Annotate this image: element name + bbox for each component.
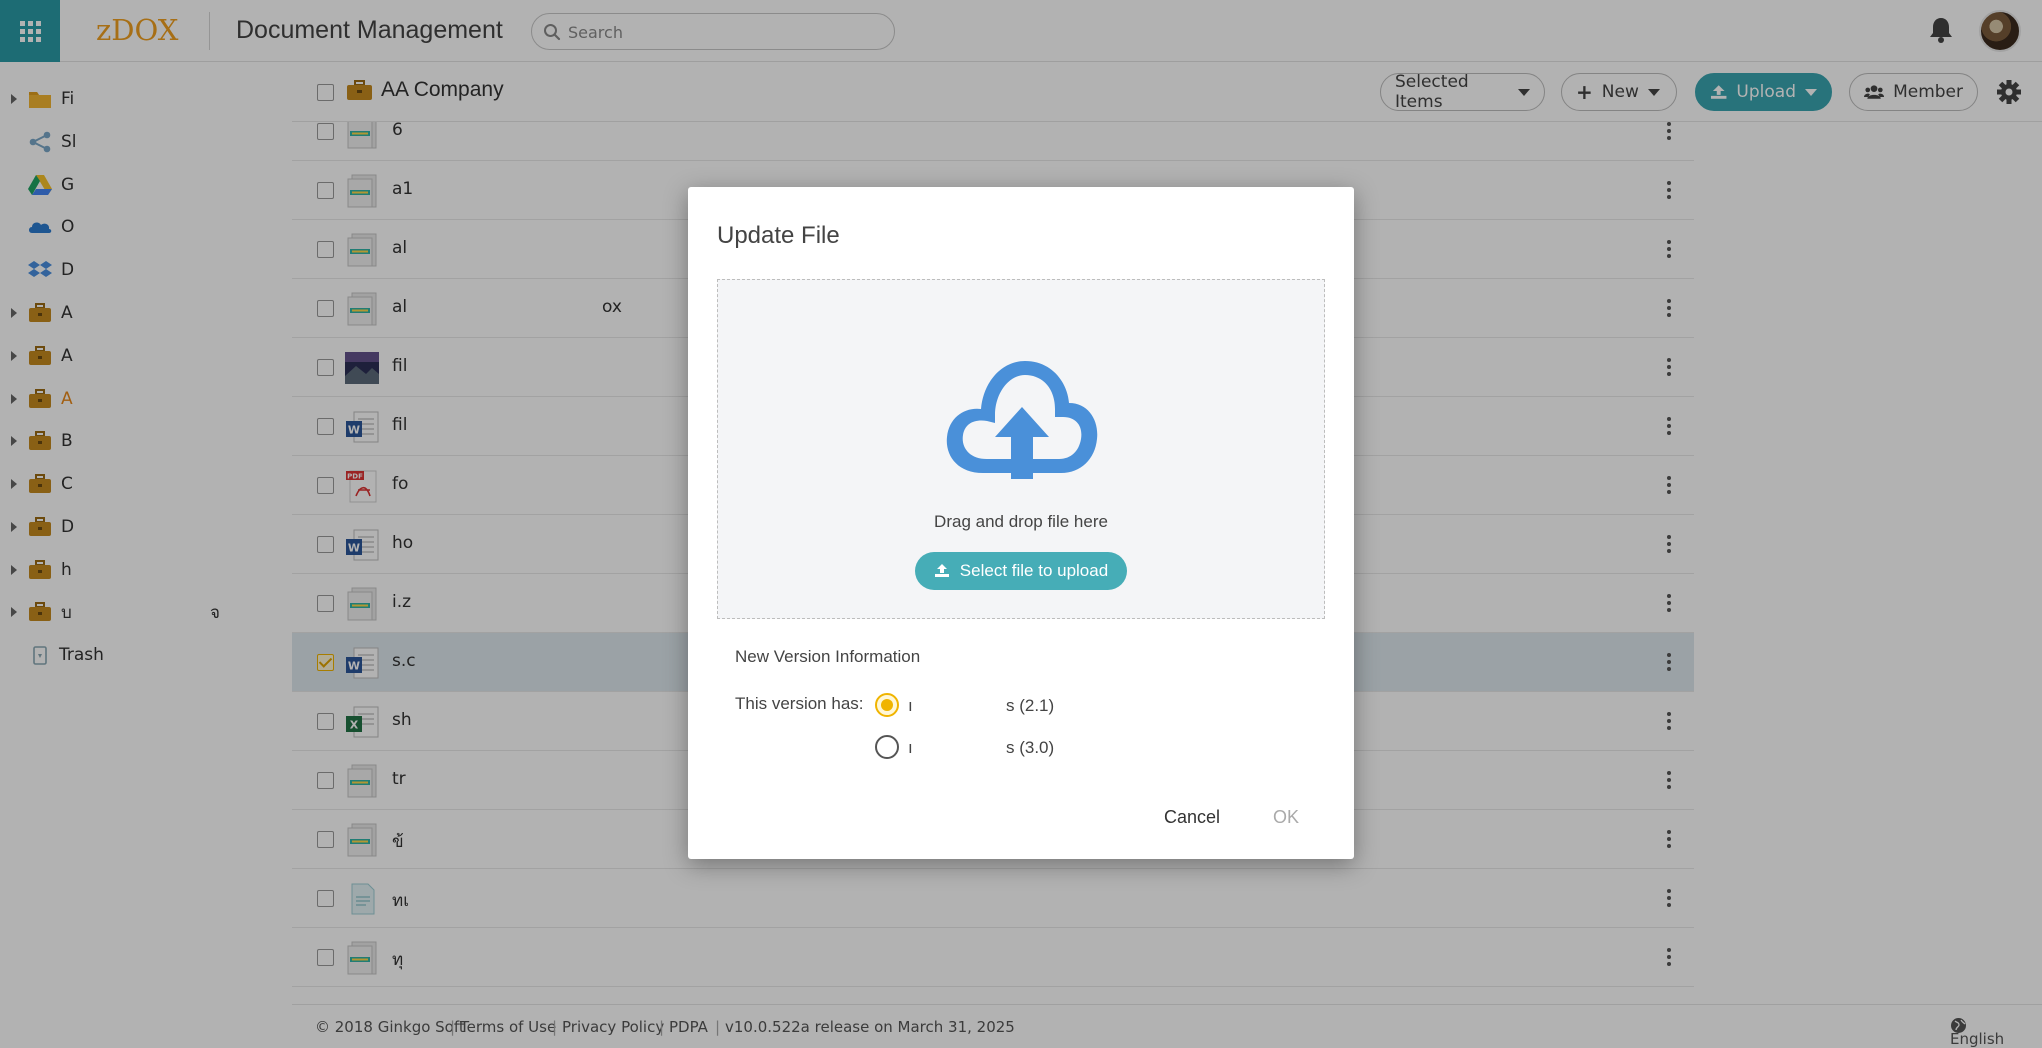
cancel-button[interactable]: Cancel	[1164, 807, 1220, 828]
drop-instructions: Drag and drop file here	[934, 512, 1108, 531]
upload-icon	[934, 564, 949, 577]
version-major-label-start: ı	[908, 738, 913, 757]
section-title: New Version Information	[735, 647, 921, 666]
dialog-title: Update File	[717, 222, 840, 249]
version-minor-label: s (2.1)	[1006, 696, 1055, 715]
version-major-label: s (3.0)	[1006, 738, 1055, 757]
file-dropzone[interactable]: Drag and drop file here Select file to u…	[717, 279, 1325, 619]
version-minor-label-start: ı	[908, 696, 913, 715]
update-file-dialog: Update File Drag and drop file here Sele…	[688, 187, 1354, 859]
select-file-button[interactable]: Select file to upload	[915, 552, 1127, 590]
cloud-upload-icon	[946, 361, 1098, 479]
version-major-radio[interactable]	[875, 735, 899, 759]
ok-button[interactable]: OK	[1273, 807, 1299, 828]
select-file-label: Select file to upload	[959, 561, 1109, 580]
version-label: This version has:	[735, 694, 864, 713]
version-minor-radio[interactable]	[875, 693, 899, 717]
